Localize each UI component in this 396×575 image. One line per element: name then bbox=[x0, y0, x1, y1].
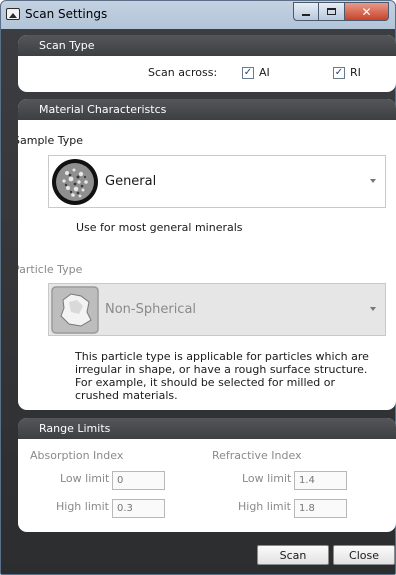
maximize-icon bbox=[327, 8, 336, 15]
range-limits-panel: Range Limits Absorption Index Low limit … bbox=[18, 418, 396, 532]
close-window-button[interactable]: ✕ bbox=[345, 2, 389, 21]
granular-sample-icon bbox=[51, 158, 99, 206]
sample-type-selected: General bbox=[105, 174, 157, 189]
scan-settings-window: Scan Settings ✕ Scan Type Scan across: ✓… bbox=[0, 0, 396, 575]
checkbox-ai[interactable]: ✓ AI bbox=[242, 66, 270, 79]
scan-across-label: Scan across: bbox=[148, 66, 218, 79]
absorption-high-label: High limit bbox=[56, 500, 109, 513]
refractive-high-label: High limit bbox=[238, 500, 291, 513]
sample-type-description: Use for most general minerals bbox=[76, 221, 243, 234]
scanner-icon bbox=[6, 8, 20, 20]
chevron-down-icon[interactable] bbox=[370, 307, 376, 311]
checkbox-ai-box[interactable]: ✓ bbox=[242, 66, 254, 79]
maximize-button[interactable] bbox=[319, 2, 345, 21]
window-title: Scan Settings bbox=[25, 7, 108, 21]
scan-button[interactable]: Scan bbox=[257, 545, 329, 565]
checkbox-ri-box[interactable]: ✓ bbox=[333, 66, 345, 79]
checkbox-ai-label: AI bbox=[259, 66, 270, 79]
absorption-high-input[interactable]: 0.3 bbox=[112, 499, 165, 518]
scan-type-panel: Scan Type Scan across: ✓ AI ✓ RI bbox=[18, 35, 396, 92]
close-icon: ✕ bbox=[361, 4, 372, 19]
material-header: Material Characteristcs bbox=[18, 99, 396, 120]
scan-type-header: Scan Type bbox=[18, 35, 396, 56]
sample-type-dropdown[interactable]: General bbox=[48, 155, 386, 208]
material-panel: Material Characteristcs Sample Type Gene… bbox=[18, 99, 396, 410]
minimize-icon bbox=[302, 13, 310, 16]
minimize-button[interactable] bbox=[293, 2, 319, 21]
close-button[interactable]: Close bbox=[333, 545, 395, 565]
particle-type-description: This particle type is applicable for par… bbox=[75, 350, 369, 402]
checkbox-ri[interactable]: ✓ RI bbox=[333, 66, 361, 79]
refractive-high-input[interactable]: 1.8 bbox=[294, 499, 347, 518]
irregular-particle-icon bbox=[51, 285, 99, 334]
refractive-index-title: Refractive Index bbox=[212, 449, 302, 462]
title-bar[interactable]: Scan Settings ✕ bbox=[1, 1, 395, 29]
window-controls: ✕ bbox=[293, 2, 389, 21]
absorption-index-title: Absorption Index bbox=[30, 449, 124, 462]
refractive-low-input[interactable]: 1.4 bbox=[294, 471, 347, 490]
absorption-low-input[interactable]: 0 bbox=[112, 471, 165, 490]
absorption-low-label: Low limit bbox=[60, 472, 110, 485]
checkbox-ri-label: RI bbox=[350, 66, 361, 79]
particle-type-label: Particle Type bbox=[18, 263, 83, 276]
particle-type-dropdown[interactable]: Non-Spherical bbox=[48, 283, 386, 336]
sample-type-label: Sample Type bbox=[18, 134, 84, 147]
particle-type-selected: Non-Spherical bbox=[105, 302, 197, 317]
range-limits-header: Range Limits bbox=[18, 418, 396, 439]
chevron-down-icon[interactable] bbox=[370, 179, 376, 183]
refractive-low-label: Low limit bbox=[242, 472, 292, 485]
